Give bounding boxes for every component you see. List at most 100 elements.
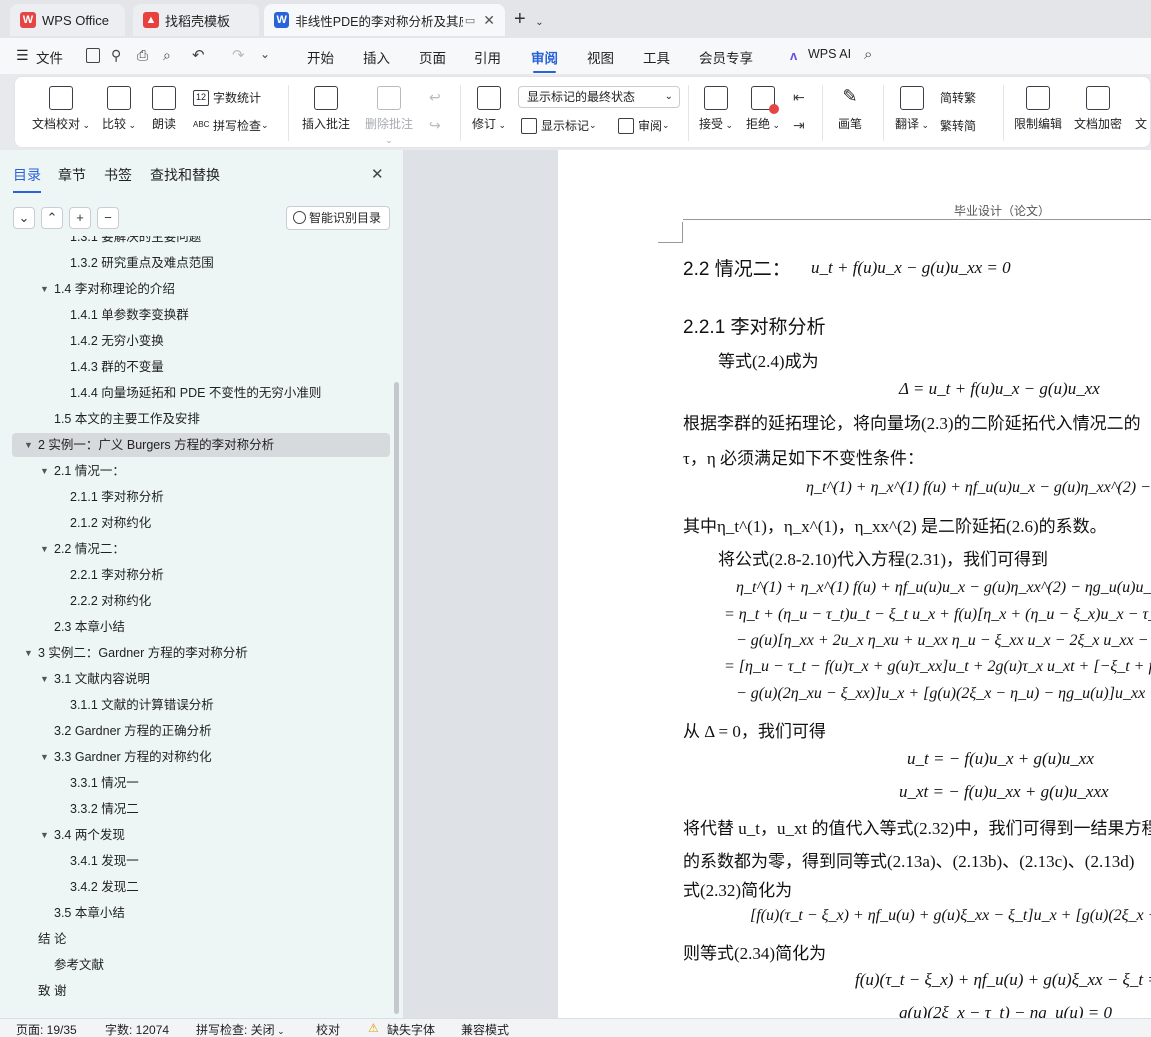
to-simplified-button[interactable]: 繁转简 xyxy=(940,117,976,134)
spell-check-status[interactable]: 拼写检查: 关闭 ⌄ xyxy=(196,1021,285,1037)
encrypt-button[interactable]: 文档加密 xyxy=(1072,86,1124,132)
caret-down-icon[interactable]: ▼ xyxy=(40,667,49,691)
toc-item[interactable]: 2.2.1 李对称分析 xyxy=(12,563,390,587)
show-markup-button[interactable]: 显示标记 ⌄ xyxy=(521,117,597,134)
toc-item[interactable]: 3.3.1 情况一 xyxy=(12,771,390,795)
remove-heading-button[interactable]: − xyxy=(97,207,119,229)
toc-item[interactable]: 致 谢 xyxy=(12,979,390,1003)
nav-tab-toc[interactable]: 目录 xyxy=(13,165,41,193)
review-pane-button[interactable]: 审阅 ⌄ xyxy=(618,117,670,134)
translate-button[interactable]: 翻译 ⌄ xyxy=(893,86,931,132)
caret-down-icon[interactable]: ▼ xyxy=(40,277,49,301)
pen-button[interactable]: ✎ 画笔 xyxy=(833,86,867,132)
toc-item[interactable]: ▼ 3 实例二：Gardner 方程的李对称分析 xyxy=(12,641,390,665)
toc-item[interactable]: 2.2.2 对称约化 xyxy=(12,589,390,613)
to-traditional-button[interactable]: 简转繁 xyxy=(940,89,976,106)
toc-item[interactable]: 1.4.2 无穷小变换 xyxy=(12,329,390,353)
restrict-edit-button[interactable]: 限制编辑 xyxy=(1013,86,1063,132)
caret-down-icon[interactable]: ▼ xyxy=(40,823,49,847)
hamburger-icon[interactable]: ☰ xyxy=(16,47,29,64)
save-icon[interactable] xyxy=(86,48,100,63)
tab-docer[interactable]: ▲ 找稻壳模板 xyxy=(133,4,259,36)
caret-down-icon[interactable]: ▼ xyxy=(24,433,33,457)
new-tab-button[interactable]: + ⌄ xyxy=(514,8,544,31)
word-count-button[interactable]: 12 字数统计 xyxy=(193,89,261,106)
menu-references[interactable]: 引用 xyxy=(474,47,501,67)
caret-down-icon[interactable]: ▼ xyxy=(24,641,33,665)
caret-down-icon[interactable]: ▼ xyxy=(40,745,49,769)
menu-page[interactable]: 页面 xyxy=(419,47,446,67)
chevron-down-icon[interactable]: ⌄ xyxy=(260,47,270,61)
caret-down-icon[interactable]: ▼ xyxy=(40,537,49,561)
markup-state-select[interactable]: 显示标记的最终状态 ⌄ xyxy=(518,86,680,108)
toc-item[interactable]: 3.5 本章小结 xyxy=(12,901,390,925)
toc-item[interactable]: 3.3.2 情况二 xyxy=(12,797,390,821)
tab-document[interactable]: W 非线性PDE的李对称分析及其应 ▭ ✕ xyxy=(264,4,505,36)
spell-check-button[interactable]: ABC 拼写检查 ⌄ xyxy=(193,117,269,134)
delete-comment-button[interactable]: 删除批注 ⌄ xyxy=(360,86,418,146)
page-indicator[interactable]: 页面: 19/35 xyxy=(16,1021,77,1037)
toc-item[interactable]: ▼ 3.1 文献内容说明 xyxy=(12,667,390,691)
toc-item[interactable]: ▼ 2 实例一：广义 Burgers 方程的李对称分析 xyxy=(12,433,390,457)
menu-review[interactable]: 审阅 xyxy=(531,47,558,73)
menu-wps-ai[interactable]: WPS AI xyxy=(808,47,851,61)
add-heading-button[interactable]: + xyxy=(69,207,91,229)
toc-item[interactable]: 1.4.1 单参数李变换群 xyxy=(12,303,390,327)
collapse-button[interactable]: ⌃ xyxy=(41,207,63,229)
prev-comment-icon[interactable]: ↩ xyxy=(429,89,441,106)
toc-item[interactable]: 2.3 本章小结 xyxy=(12,615,390,639)
expand-button[interactable]: ⌄ xyxy=(13,207,35,229)
read-aloud-button[interactable]: 朗读 xyxy=(147,86,181,132)
missing-font-status[interactable]: 缺失字体 xyxy=(387,1021,435,1037)
prev-change-icon[interactable]: ⇤ xyxy=(793,89,805,106)
next-comment-icon[interactable]: ↪ xyxy=(429,117,441,134)
nav-tab-bookmarks[interactable]: 书签 xyxy=(104,165,132,185)
compat-mode-status[interactable]: 兼容模式 xyxy=(461,1021,509,1037)
smart-toc-button[interactable]: 智能识别目录 xyxy=(286,206,390,230)
print-icon[interactable]: ⎙ xyxy=(137,47,148,64)
toc-item[interactable]: ▼ 3.4 两个发现 xyxy=(12,823,390,847)
toc-item[interactable]: ▼ 3.3 Gardner 方程的对称约化 xyxy=(12,745,390,769)
toc-item[interactable]: 参考文献 xyxy=(12,953,390,977)
undo-icon[interactable]: ↶ xyxy=(192,46,205,64)
caret-down-icon[interactable]: ▼ xyxy=(40,459,49,483)
toc-item[interactable]: 2.1.2 对称约化 xyxy=(12,511,390,535)
close-icon[interactable]: ✕ xyxy=(371,165,384,183)
compare-button[interactable]: 比较 ⌄ xyxy=(97,86,141,132)
more-button[interactable]: 文 xyxy=(1131,86,1151,132)
toc-item[interactable]: 3.4.1 发现一 xyxy=(12,849,390,873)
toc-item[interactable]: 2.1.1 李对称分析 xyxy=(12,485,390,509)
tab-wps-office[interactable]: W WPS Office xyxy=(10,4,125,36)
search-icon[interactable]: ⌕ xyxy=(864,46,872,63)
insert-comment-button[interactable]: 插入批注 xyxy=(299,86,353,132)
menu-tools[interactable]: 工具 xyxy=(643,47,670,67)
toc-item[interactable]: ▼ 1.4 李对称理论的介绍 xyxy=(12,277,390,301)
menu-home[interactable]: 开始 xyxy=(307,47,334,67)
toc-item[interactable]: ▼ 2.1 情况一： xyxy=(12,459,390,483)
document-page[interactable]: 毕业设计（论文） 2.2 情况二： u_t + f(u)u_x − g(u)u_… xyxy=(558,150,1151,1018)
toc-item[interactable]: 1.3.1 要解决的主要问题 xyxy=(12,236,390,249)
reject-button[interactable]: 拒绝 ⌄ xyxy=(745,86,781,132)
menu-view[interactable]: 视图 xyxy=(587,47,614,67)
word-count[interactable]: 字数: 12074 xyxy=(105,1021,169,1037)
accept-button[interactable]: 接受 ⌄ xyxy=(698,86,734,132)
next-change-icon[interactable]: ⇥ xyxy=(793,117,805,134)
toc-item[interactable]: 3.2 Gardner 方程的正确分析 xyxy=(12,719,390,743)
toc-item[interactable]: 1.3.2 研究重点及难点范围 xyxy=(12,251,390,275)
share-icon[interactable]: ⚲ xyxy=(111,47,121,64)
redo-icon[interactable]: ↷ xyxy=(232,46,245,64)
nav-tab-chapters[interactable]: 章节 xyxy=(58,165,86,185)
menu-member[interactable]: 会员专享 xyxy=(699,47,753,67)
nav-scrollbar[interactable] xyxy=(394,382,399,1014)
close-icon[interactable]: ✕ xyxy=(483,12,495,29)
doc-proof-button[interactable]: 文档校对 ⌄ xyxy=(29,86,93,132)
toc-item[interactable]: 结 论 xyxy=(12,927,390,951)
nav-tab-find-replace[interactable]: 查找和替换 xyxy=(150,165,220,185)
proof-status[interactable]: 校对 xyxy=(316,1021,340,1037)
toc-item[interactable]: 3.4.2 发现二 xyxy=(12,875,390,899)
toc-item[interactable]: 3.1.1 文献的计算错误分析 xyxy=(12,693,390,717)
toc-item[interactable]: 1.4.3 群的不变量 xyxy=(12,355,390,379)
toc-item[interactable]: ▼ 2.2 情况二： xyxy=(12,537,390,561)
toc-item[interactable]: 1.4.4 向量场延拓和 PDE 不变性的无穷小准则 xyxy=(12,381,390,405)
revise-button[interactable]: 修订 ⌄ xyxy=(470,86,508,132)
